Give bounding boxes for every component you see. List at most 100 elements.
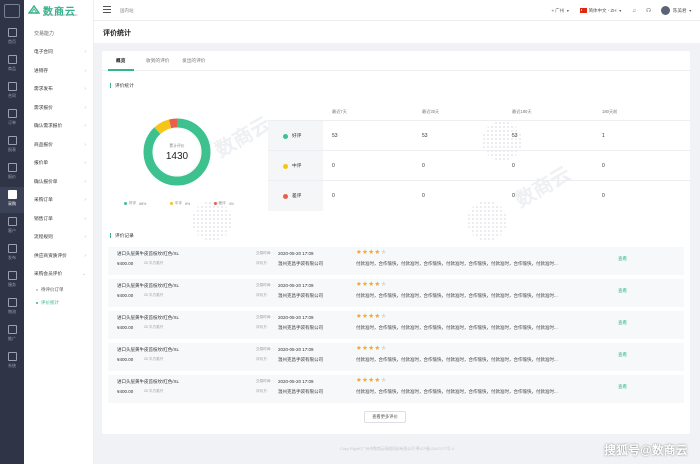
- view-button[interactable]: 查看: [618, 288, 627, 294]
- location-pin-icon: ⌖: [551, 8, 555, 13]
- view-button[interactable]: 查看: [618, 352, 627, 358]
- sidebar-item[interactable]: 需求报价 ›: [24, 99, 94, 118]
- headset-icon[interactable]: ☊: [646, 8, 651, 14]
- sidebar-item[interactable]: 销售订单 ›: [24, 210, 94, 229]
- stats-table: 最近7天 最近30天 最近180天 180天前 好评 53 53 53 1 中评 0 0 0 0 差…: [268, 103, 690, 211]
- rail-item-contract[interactable]: 合同: [0, 79, 24, 105]
- chevron-right-icon: ›: [84, 49, 86, 56]
- chevron-right-icon: ›: [84, 141, 86, 148]
- product-name[interactable]: 进口头层黄牛皮首枝纹/红色/XL: [117, 315, 179, 321]
- stats-row-name: 好评: [292, 133, 302, 138]
- tab-received[interactable]: 收到的评价: [146, 58, 169, 64]
- donut-total: 1430: [165, 151, 189, 162]
- review-comment: 付款准时，合作愉快，付款准时，合作愉快，付款准时，合作愉快，付款准时，合作愉快，…: [356, 357, 558, 362]
- location-select[interactable]: 广州: [555, 8, 564, 14]
- avatar[interactable]: [661, 6, 671, 15]
- china-flag-icon: [579, 8, 587, 13]
- section-title-reviews: 评价记录: [110, 233, 134, 238]
- time-label: 交易时间:: [256, 251, 272, 256]
- sidebar-item[interactable]: 进销存 ›: [24, 62, 94, 81]
- star-icon: ★: [380, 281, 387, 288]
- bell-icon[interactable]: ♫: [632, 8, 636, 14]
- review-row: 进口头层黄牛皮首枝纹/红色/XL ¥400.00 20 平方英尺 交易时间: 2020-…: [108, 375, 684, 403]
- legend-pct: 88%: [139, 201, 147, 206]
- product-name[interactable]: 进口头层黄牛皮首枝纹/红色/XL: [117, 283, 179, 289]
- sidebar-item-label: 流程规则: [34, 234, 53, 240]
- rail-item-label: 系统: [8, 363, 16, 368]
- rail-item-label: 物流: [8, 309, 16, 314]
- rail-item-customer[interactable]: 客户: [0, 214, 24, 240]
- stats-row-name: 中评: [292, 163, 302, 168]
- review-row: 进口头层黄牛皮首枝纹/红色/XL ¥400.00 20 平方英尺 交易时间: 2020-…: [108, 343, 684, 371]
- tab-overview[interactable]: 概览: [116, 58, 125, 64]
- rail-item-goods[interactable]: 商品: [0, 52, 24, 78]
- sidebar-item[interactable]: 流程规则 ›: [24, 228, 94, 247]
- promote-icon: [7, 325, 17, 334]
- rail-item-label: 合同: [8, 93, 16, 98]
- more-reviews-button[interactable]: 查看更多评价: [364, 411, 406, 423]
- sidebar: 数商云 DIGITAL COMMERCE CLOUD 交易能力 电子合同 › 进销存…: [24, 0, 94, 464]
- view-button[interactable]: 查看: [618, 256, 627, 262]
- page-title: 评价统计: [103, 30, 131, 37]
- watermark-ghost: 数商云: [211, 113, 275, 163]
- product-name[interactable]: 进口头层黄牛皮首枝纹/红色/XL: [117, 251, 179, 257]
- home-icon: [7, 28, 17, 37]
- menu-toggle-icon[interactable]: [103, 6, 111, 14]
- product-quantity: 20 平方英尺: [144, 357, 164, 362]
- sidebar-item[interactable]: 商品报价 ›: [24, 136, 94, 155]
- rail-item-report[interactable]: 报表: [0, 133, 24, 159]
- product-price: ¥400.00: [117, 261, 134, 266]
- chevron-right-icon: ›: [84, 197, 86, 204]
- rail-item-promote[interactable]: 推广: [0, 322, 24, 348]
- rail-item-system[interactable]: 系统: [0, 349, 24, 375]
- stats-cell: 53: [332, 133, 338, 139]
- breadcrumb[interactable]: 国内站: [120, 8, 134, 14]
- time-label: 交易时间:: [256, 379, 272, 384]
- sidebar-item[interactable]: 采购会员评价 ⌄: [24, 265, 94, 284]
- chevron-right-icon: ›: [84, 67, 86, 74]
- purchase-icon: [7, 190, 17, 199]
- page-header: 评价统计: [94, 21, 700, 43]
- tab-sent[interactable]: 发出的评价: [182, 58, 205, 64]
- rail-item-quote[interactable]: 报价: [0, 160, 24, 186]
- product-price: ¥400.00: [117, 357, 134, 362]
- sidebar-item[interactable]: 供应商资质评价 ›: [24, 247, 94, 266]
- rail-item-publish[interactable]: 发布: [0, 241, 24, 267]
- rating-dot-icon: [283, 193, 288, 199]
- sidebar-item[interactable]: 采购订单 ›: [24, 191, 94, 210]
- product-name[interactable]: 进口头层黄牛皮首枝纹/红色/XL: [117, 379, 179, 385]
- language-select[interactable]: 简体中文 - ZH: [589, 8, 617, 14]
- sidebar-subitem[interactable]: 评价统计: [24, 297, 94, 310]
- stats-row-label: 中评: [268, 151, 323, 181]
- rail-item-purchase[interactable]: 采购: [0, 187, 24, 213]
- user-name[interactable]: 陈美君: [673, 8, 687, 14]
- rail-item-label: 发布: [8, 255, 16, 260]
- sidebar-item[interactable]: 需求发布 ›: [24, 80, 94, 99]
- sidebar-item-label: 供应商资质评价: [34, 252, 67, 258]
- bullet-icon: [36, 302, 38, 304]
- sidebar-item[interactable]: 电子合同 ›: [24, 43, 94, 62]
- sidebar-item[interactable]: 确认需求报价 ›: [24, 117, 94, 136]
- rail-item-home[interactable]: 首页: [0, 25, 24, 51]
- reviewer-name: 温州克昌手袋有限公司: [278, 325, 323, 330]
- chevron-down-icon: ▼: [566, 8, 570, 13]
- stats-cell: 0: [332, 163, 335, 169]
- rail-item-order[interactable]: 订单: [0, 106, 24, 132]
- sidebar-subitem-label: 评价统计: [41, 300, 59, 305]
- report-icon: [7, 136, 17, 145]
- legend-swatch: [213, 202, 217, 205]
- sidebar-subitem-label: 待评价订单: [41, 287, 64, 292]
- view-button[interactable]: 查看: [618, 384, 627, 390]
- star-rating: ★★★★★: [356, 312, 387, 320]
- product-name[interactable]: 进口头层黄牛皮首枝纹/红色/XL: [117, 347, 179, 353]
- stats-cell: 0: [512, 193, 515, 199]
- view-button[interactable]: 查看: [618, 320, 627, 326]
- legend-swatch: [169, 202, 173, 205]
- sidebar-item[interactable]: 确认报价单 ›: [24, 173, 94, 192]
- sidebar-subitem[interactable]: 待评价订单: [24, 284, 94, 297]
- trade-time: 2020-05-20 17:09: [278, 347, 314, 352]
- reviewer-label: 评价方:: [256, 293, 268, 298]
- rail-item-logistics[interactable]: 物流: [0, 295, 24, 321]
- rail-item-service[interactable]: 服务: [0, 268, 24, 294]
- sidebar-item[interactable]: 报价单 ›: [24, 154, 94, 173]
